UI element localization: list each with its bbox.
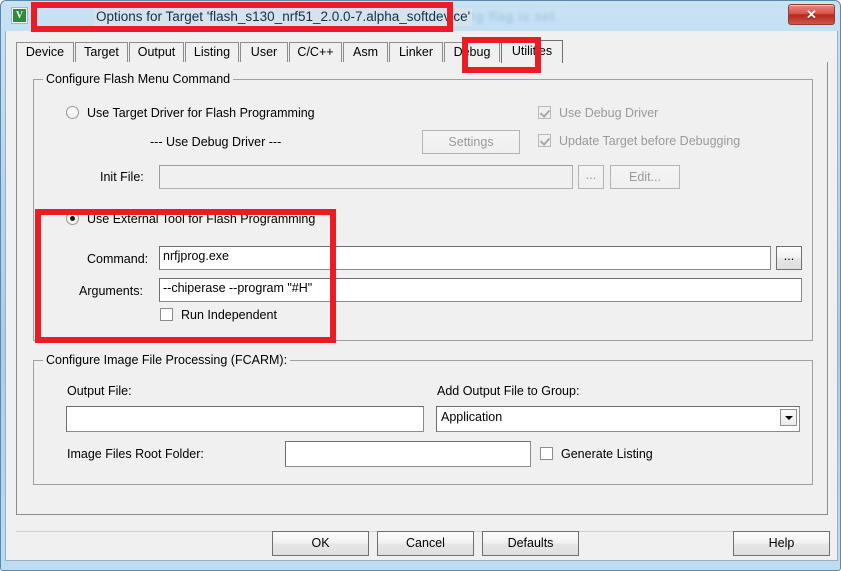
use-external-tool-radio[interactable] bbox=[66, 212, 79, 225]
settings-button[interactable]: Settings bbox=[422, 130, 520, 154]
init-file-label: Init File: bbox=[100, 170, 144, 184]
add-output-file-to-group-value: Application bbox=[441, 410, 503, 424]
close-icon[interactable]: ✕ bbox=[788, 4, 835, 25]
tab-asm[interactable]: Asm bbox=[343, 42, 388, 63]
use-external-tool-label: Use External Tool for Flash Programming bbox=[87, 212, 316, 226]
generate-listing-label: Generate Listing bbox=[561, 447, 653, 461]
tab-user[interactable]: User bbox=[240, 42, 288, 63]
dialog-client-area: Device Target Output Listing User C/C++ … bbox=[5, 31, 838, 561]
use-target-driver-radio[interactable] bbox=[66, 106, 79, 119]
defaults-button[interactable]: Defaults bbox=[482, 531, 579, 556]
output-file-input[interactable] bbox=[66, 406, 424, 432]
cancel-button[interactable]: Cancel bbox=[377, 531, 474, 556]
utilities-panel: Configure Flash Menu Command Use Target … bbox=[16, 62, 828, 515]
use-target-driver-label: Use Target Driver for Flash Programming bbox=[87, 106, 315, 120]
run-independent-label: Run Independent bbox=[181, 308, 277, 322]
command-browse-button[interactable]: ... bbox=[776, 246, 802, 270]
add-output-file-to-group-select[interactable]: Application bbox=[436, 406, 800, 432]
tab-output[interactable]: Output bbox=[129, 42, 184, 63]
tab-listing[interactable]: Listing bbox=[185, 42, 239, 63]
uvision-app-icon: V bbox=[11, 7, 28, 24]
options-dialog-window: V ding flag is set. Options for Target '… bbox=[0, 0, 841, 571]
tab-strip: Device Target Output Listing User C/C++ … bbox=[16, 40, 828, 63]
generate-listing-checkbox[interactable] bbox=[540, 447, 553, 460]
command-input[interactable]: nrfjprog.exe bbox=[159, 246, 771, 270]
image-files-root-folder-input[interactable] bbox=[285, 441, 531, 467]
use-debug-driver-label: Use Debug Driver bbox=[559, 106, 659, 120]
use-debug-driver-checkbox[interactable] bbox=[538, 106, 551, 119]
run-independent-checkbox[interactable] bbox=[160, 308, 173, 321]
init-file-input[interactable] bbox=[159, 165, 573, 189]
flash-menu-command-group-title: Configure Flash Menu Command bbox=[43, 72, 234, 86]
update-target-before-debugging-label: Update Target before Debugging bbox=[559, 134, 741, 148]
image-files-root-folder-label: Image Files Root Folder: bbox=[67, 447, 204, 461]
uvision-icon-glyph: V bbox=[13, 9, 26, 22]
help-button[interactable]: Help bbox=[733, 531, 830, 556]
tab-utilities[interactable]: Utilities bbox=[501, 40, 563, 63]
arguments-input[interactable]: --chiperase --program "#H" bbox=[159, 278, 802, 302]
output-file-label: Output File: bbox=[67, 384, 132, 398]
tab-device[interactable]: Device bbox=[16, 42, 74, 63]
ok-button[interactable]: OK bbox=[272, 531, 369, 556]
window-title: Options for Target 'flash_s130_nrf51_2.0… bbox=[94, 8, 473, 26]
image-file-processing-group-title: Configure Image File Processing (FCARM): bbox=[43, 353, 291, 367]
title-bar: V ding flag is set. Options for Target '… bbox=[1, 1, 841, 31]
tab-cpp[interactable]: C/C++ bbox=[289, 42, 342, 63]
command-label: Command: bbox=[87, 252, 149, 266]
tab-target[interactable]: Target bbox=[75, 42, 128, 63]
image-file-processing-group: Configure Image File Processing (FCARM):… bbox=[33, 353, 813, 485]
init-file-edit-button[interactable]: Edit... bbox=[610, 165, 680, 189]
debug-driver-name: --- Use Debug Driver --- bbox=[150, 135, 282, 149]
chevron-down-icon[interactable] bbox=[780, 409, 797, 426]
tab-debug[interactable]: Debug bbox=[444, 42, 500, 63]
tab-linker[interactable]: Linker bbox=[389, 42, 443, 63]
init-file-browse-button[interactable]: ... bbox=[578, 165, 604, 189]
arguments-label: Arguments: bbox=[79, 284, 143, 298]
update-target-before-debugging-checkbox[interactable] bbox=[538, 134, 551, 147]
add-output-file-to-group-label: Add Output File to Group: bbox=[437, 384, 580, 398]
flash-menu-command-group: Configure Flash Menu Command Use Target … bbox=[33, 72, 813, 341]
